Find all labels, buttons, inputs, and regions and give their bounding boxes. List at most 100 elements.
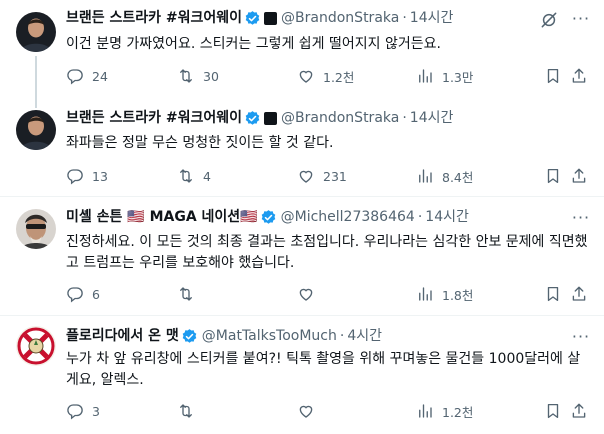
- repost-count: 4: [203, 168, 211, 184]
- separator: ·: [339, 328, 345, 344]
- avatar[interactable]: [16, 209, 56, 249]
- view-count: 8.4천: [442, 169, 474, 185]
- repost-icon: [177, 167, 195, 185]
- like-button[interactable]: 1.2천: [297, 66, 354, 86]
- more-icon[interactable]: ···: [570, 11, 592, 32]
- share-icon: [570, 402, 588, 420]
- view-count: 1.3만: [442, 69, 474, 85]
- author-handle[interactable]: @BrandonStraka: [281, 8, 399, 28]
- reply-button[interactable]: 13: [66, 166, 108, 186]
- bookmark-button[interactable]: [544, 401, 562, 421]
- more-icon[interactable]: ···: [570, 329, 592, 350]
- like-icon: [297, 167, 315, 185]
- repost-button[interactable]: 30: [177, 66, 219, 86]
- tweet-text: 누가 차 앞 유리창에 스티커를 붙여?! 틱톡 촬영을 위해 꾸며놓은 물건들…: [66, 351, 581, 388]
- avatar[interactable]: [16, 326, 56, 366]
- author-name[interactable]: 브랜든 스트라카 #워크어웨이: [66, 8, 242, 28]
- share-button[interactable]: [570, 284, 588, 304]
- repost-icon: [177, 67, 195, 85]
- reply-icon: [66, 285, 84, 303]
- more-icon[interactable]: ···: [570, 210, 592, 231]
- verified-badge-icon: [181, 328, 198, 345]
- bookmark-button[interactable]: [544, 166, 562, 186]
- tweet-text: 이건 분명 가짜였어요. 스티커는 그렇게 쉽게 떨어지지 않거든요.: [66, 36, 441, 52]
- tweet-2[interactable]: 브랜든 스트라카 #워크어웨이 @BrandonStraka · 14시간 좌파…: [0, 96, 604, 195]
- verified-badge-icon: [244, 10, 261, 27]
- share-button[interactable]: [570, 66, 588, 86]
- share-icon: [570, 285, 588, 303]
- share-icon: [570, 167, 588, 185]
- author-handle[interactable]: @MatTalksTooMuch: [202, 326, 337, 346]
- repost-button[interactable]: 4: [177, 166, 211, 186]
- view-count: 1.8천: [442, 287, 474, 303]
- thread-line: [35, 56, 37, 96]
- thread-line: [35, 96, 37, 108]
- reply-count: 3: [92, 403, 100, 419]
- like-count: 1.2천: [323, 69, 355, 85]
- affiliation-icon[interactable]: [264, 11, 278, 25]
- bookmark-button[interactable]: [544, 284, 562, 304]
- verified-badge-icon: [244, 110, 261, 127]
- repost-count: 30: [203, 68, 219, 84]
- repost-icon: [177, 402, 195, 420]
- views-button[interactable]: 1.8천: [416, 284, 473, 304]
- views-button[interactable]: 1.2천: [416, 401, 473, 421]
- bookmark-icon: [544, 402, 562, 420]
- reply-button[interactable]: 24: [66, 66, 108, 86]
- like-button[interactable]: [297, 284, 323, 304]
- views-icon: [416, 167, 434, 185]
- repost-button[interactable]: [177, 401, 203, 421]
- affiliation-icon[interactable]: [264, 111, 278, 125]
- reply-button[interactable]: 6: [66, 284, 100, 304]
- share-button[interactable]: [570, 401, 588, 421]
- reply-button[interactable]: 3: [66, 401, 100, 421]
- repost-button[interactable]: [177, 284, 203, 304]
- reply-count: 6: [92, 286, 100, 302]
- timestamp[interactable]: 4시간: [347, 326, 382, 346]
- like-button[interactable]: 231: [297, 166, 347, 186]
- reply-icon: [66, 402, 84, 420]
- bookmark-icon: [544, 67, 562, 85]
- separator: ·: [417, 209, 423, 225]
- views-icon: [416, 285, 434, 303]
- like-button[interactable]: [297, 401, 323, 421]
- views-button[interactable]: 1.3만: [416, 66, 473, 86]
- like-icon: [297, 285, 315, 303]
- author-name[interactable]: 브랜든 스트라카 #워크어웨이: [66, 108, 242, 128]
- share-icon: [570, 67, 588, 85]
- reply-icon: [66, 167, 84, 185]
- timestamp[interactable]: 14시간: [410, 8, 454, 28]
- author-handle[interactable]: @BrandonStraka: [281, 108, 399, 128]
- tweet-4[interactable]: 플로리다에서 온 맷 @MatTalksTooMuch · 4시간 ··· 누가…: [0, 316, 604, 434]
- avatar[interactable]: [16, 110, 56, 150]
- author-name[interactable]: 플로리다에서 온 맷: [66, 326, 179, 346]
- verified-badge-icon: [260, 209, 277, 226]
- views-button[interactable]: 8.4천: [416, 166, 473, 186]
- share-button[interactable]: [570, 166, 588, 186]
- like-count: 231: [323, 168, 347, 184]
- reply-count: 13: [92, 168, 108, 184]
- reply-count: 24: [92, 68, 108, 84]
- tweet-text: 진정하세요. 이 모든 것의 최종 결과는 초점입니다. 우리나라는 심각한 안…: [66, 234, 588, 271]
- author-handle[interactable]: @Michell27386464: [281, 207, 415, 227]
- tweet-text: 좌파들은 정말 무슨 멍청한 짓이든 할 것 같다.: [66, 135, 334, 151]
- bookmark-icon: [544, 285, 562, 303]
- timestamp[interactable]: 14시간: [425, 207, 469, 227]
- like-icon: [297, 67, 315, 85]
- tweet-1[interactable]: 브랜든 스트라카 #워크어웨이 @BrandonStraka · 14시간 ··…: [0, 0, 604, 96]
- views-icon: [416, 67, 434, 85]
- like-icon: [297, 402, 315, 420]
- bookmark-icon: [544, 167, 562, 185]
- avatar[interactable]: [16, 12, 56, 52]
- tweet-3[interactable]: 미셸 손튼 🇺🇸 MAGA 네이션🇺🇸 @Michell27386464 · 1…: [0, 197, 604, 315]
- repost-icon: [177, 285, 195, 303]
- views-icon: [416, 402, 434, 420]
- separator: ·: [402, 10, 407, 26]
- bookmark-button[interactable]: [544, 66, 562, 86]
- grok-icon[interactable]: [539, 10, 559, 30]
- timestamp[interactable]: 14시간: [410, 108, 454, 128]
- view-count: 1.2천: [442, 404, 474, 420]
- author-name[interactable]: 미셸 손튼 🇺🇸 MAGA 네이션🇺🇸: [66, 207, 258, 227]
- separator: ·: [402, 110, 407, 126]
- reply-icon: [66, 67, 84, 85]
